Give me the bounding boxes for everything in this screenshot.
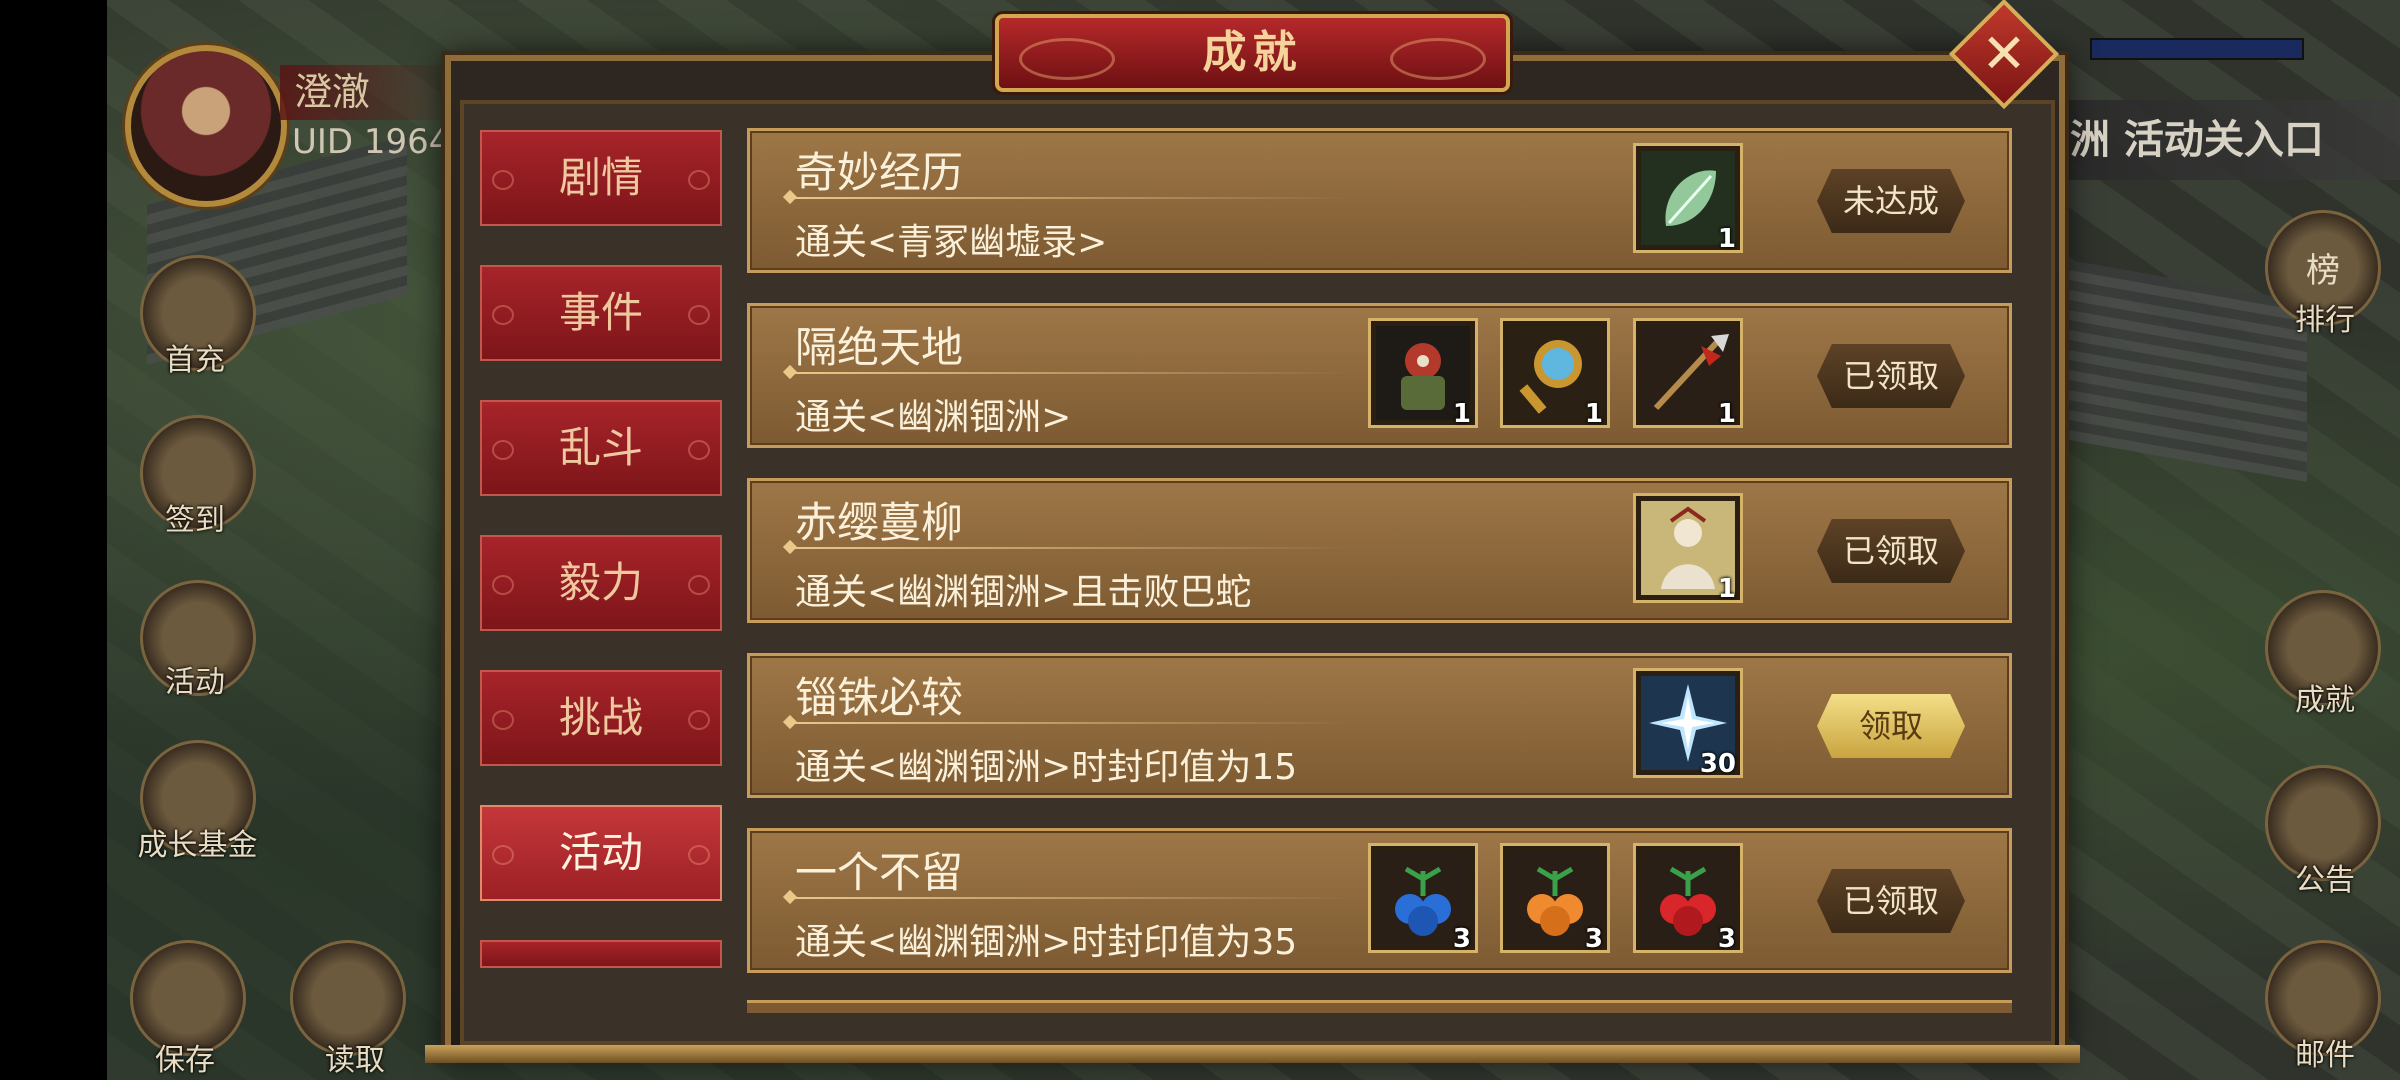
claim-button[interactable]: 领取 [1817,694,1965,758]
growth-fund-label: 成长基金 [137,828,258,863]
row-divider [790,547,1350,549]
reward-slot[interactable]: 30 [1633,668,1743,779]
reward-count: 3 [1584,924,1603,954]
tab-brawl[interactable]: 乱斗 [480,400,722,496]
tab-ornament [688,710,710,730]
row-divider [790,722,1350,724]
notice-label: 公告 [2295,863,2355,898]
player-name: 澄澈 [280,65,464,120]
tab-ornament [492,710,514,730]
reward-count: 3 [1717,924,1736,954]
status-claimed-button[interactable]: 已领取 [1817,869,1965,933]
dialog-title-plate: 成就 [995,14,1510,92]
tab-ornament [492,845,514,865]
achievement-row: 奇妙经历 通关<青冢幽墟录> 1 未达成 [747,128,2012,273]
load-label: 读取 [325,1043,385,1078]
tab-label: 乱斗 [558,423,643,472]
reward-count: 3 [1452,924,1471,954]
tab-ornament [492,440,514,460]
achievement-description: 通关<幽渊锢洲>且击败巴蛇 [795,572,1252,613]
achievement-title: 一个不留 [795,848,964,897]
achievement-title: 隔绝天地 [795,323,964,372]
reward-count: 1 [1717,574,1736,604]
ranking-glyph: 榜 [2306,251,2340,291]
dialog-title: 成就 [1202,27,1303,78]
achievement-row: 锱铢必较 通关<幽渊锢洲>时封印值为15 30 领取 [747,653,2012,798]
achievement-row-partial [747,1000,2012,1013]
achievement-description: 通关<幽渊锢洲>时封印值为15 [795,747,1298,788]
status-claimed-button[interactable]: 已领取 [1817,519,1965,583]
first-recharge-label: 首充 [165,343,225,378]
tab-label: 事件 [558,288,643,337]
tab-ornament [688,575,710,595]
tab-label: 剧情 [558,153,643,202]
tab-label: 毅力 [558,558,643,607]
tab-ornament [688,305,710,325]
event-entry-banner[interactable]: 洲 活动关入口 [2050,100,2400,180]
reward-count: 1 [1452,399,1471,429]
achievement-title: 赤缨蔓柳 [795,498,964,547]
achievement-description: 通关<幽渊锢洲> [795,397,1072,438]
row-divider [790,197,1350,199]
row-divider [790,372,1350,374]
ranking-label: 排行 [2295,303,2355,338]
tab-ornament [492,575,514,595]
tab-story[interactable]: 剧情 [480,130,722,226]
tab-label: 活动 [558,828,643,877]
reward-count: 1 [1584,399,1603,429]
achievement-row: 隔绝天地 通关<幽渊锢洲> 1 1 1 已领取 [747,303,2012,448]
tab-challenge[interactable]: 挑战 [480,670,722,766]
mail-label: 邮件 [2295,1038,2355,1073]
achievement-row: 一个不留 通关<幽渊锢洲>时封印值为35 3 3 3 已领取 [747,828,2012,973]
sign-in-label: 签到 [165,503,225,538]
dialog-bottom-rail [425,1045,2080,1063]
row-divider [790,897,1350,899]
reward-slot[interactable]: 1 [1633,318,1743,429]
achievement-description: 通关<幽渊锢洲>时封印值为35 [795,922,1298,963]
reward-slot[interactable]: 3 [1368,843,1478,954]
tab-partial[interactable] [480,940,722,968]
reward-count: 1 [1717,399,1736,429]
tab-ornament [688,170,710,190]
achievement-label: 成就 [2295,683,2355,718]
events-label: 活动 [165,665,225,700]
reward-slot[interactable]: 1 [1633,493,1743,604]
resource-bar [2090,38,2304,60]
player-uid: UID 1964 [292,122,451,162]
reward-slot[interactable]: 3 [1633,843,1743,954]
tab-ornament [492,305,514,325]
achievement-title: 锱铢必较 [795,673,964,722]
achievement-row: 赤缨蔓柳 通关<幽渊锢洲>且击败巴蛇 1 已领取 [747,478,2012,623]
reward-slot[interactable]: 1 [1633,143,1743,254]
close-icon: ✕ [1981,21,2027,85]
achievement-title: 奇妙经历 [795,148,964,197]
tab-perseverance[interactable]: 毅力 [480,535,722,631]
tab-ornament [688,845,710,865]
achievement-description: 通关<青冢幽墟录> [795,222,1108,263]
tab-ornament [688,440,710,460]
tab-label: 挑战 [558,693,643,742]
reward-count: 1 [1717,224,1736,254]
status-claimed-button[interactable]: 已领取 [1817,344,1965,408]
save-label: 保存 [155,1043,215,1078]
status-not-achieved-button[interactable]: 未达成 [1817,169,1965,233]
player-avatar[interactable] [125,45,287,207]
reward-slot[interactable]: 1 [1500,318,1610,429]
reward-slot[interactable]: 1 [1368,318,1478,429]
reward-slot[interactable]: 3 [1500,843,1610,954]
tab-event[interactable]: 事件 [480,265,722,361]
reward-count: 30 [1699,749,1736,779]
tab-activity[interactable]: 活动 [480,805,722,901]
tab-ornament [492,170,514,190]
